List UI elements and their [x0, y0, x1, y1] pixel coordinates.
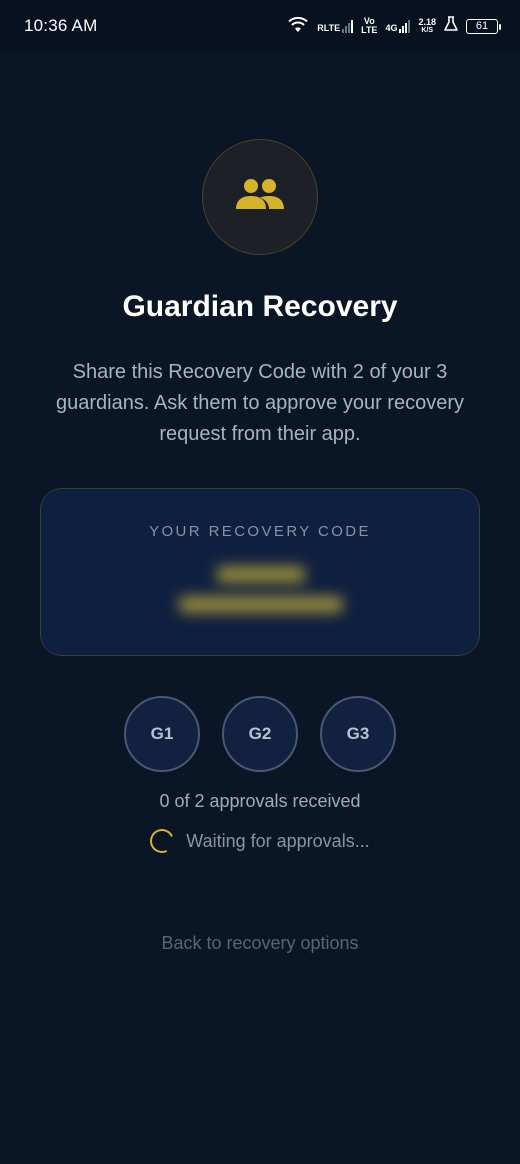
recovery-code-value[interactable]: ▆▆▆▆▆▆▆▆ ▆▆▆▆▆▆▆▆▆▆▆▆▆▆▆ — [119, 559, 403, 627]
screen: 10:36 AM RLTE Vo LTE 4G 2.18 K/S 61 Guar… — [0, 0, 520, 1164]
battery-level: 61 — [475, 20, 489, 32]
signal-bars-icon — [399, 19, 411, 33]
loading-spinner-icon — [146, 825, 178, 857]
recovery-code-line-2: ▆▆▆▆▆▆▆▆▆▆▆▆▆▆▆ — [179, 594, 343, 614]
group-icon — [232, 175, 288, 220]
guardian-badge-g3: G3 — [320, 696, 396, 772]
recovery-code-line-1: ▆▆▆▆▆▆▆▆ — [217, 564, 305, 584]
network-label-lte: LTE — [361, 25, 378, 35]
back-to-recovery-options-link[interactable]: Back to recovery options — [0, 933, 520, 954]
signal-volte: Vo LTE — [361, 17, 377, 35]
guardian-badge-g1: G1 — [124, 696, 200, 772]
guardian-list: G1 G2 G3 — [124, 696, 396, 772]
signal-bars-icon — [342, 19, 354, 33]
guardian-badge-g2: G2 — [222, 696, 298, 772]
flask-icon — [444, 15, 458, 37]
hero-icon-circle — [202, 139, 318, 255]
network-label-4g: 4G — [385, 23, 398, 33]
speed-value: 2.18 — [418, 16, 436, 27]
guardian-label: G2 — [248, 724, 272, 743]
instructions-text: Share this Recovery Code with 2 of your … — [56, 361, 464, 445]
waiting-indicator: Waiting for approvals... — [0, 825, 520, 857]
speed-unit: K/S — [421, 26, 434, 34]
page-title: Guardian Recovery — [122, 290, 398, 323]
status-icons: RLTE Vo LTE 4G 2.18 K/S 61 — [287, 15, 501, 38]
wifi-icon — [287, 15, 309, 38]
status-bar: 10:36 AM RLTE Vo LTE 4G 2.18 K/S 61 — [0, 0, 520, 52]
recovery-code-card: YOUR RECOVERY CODE ▆▆▆▆▆▆▆▆ ▆▆▆▆▆▆▆▆▆▆▆▆… — [40, 488, 480, 656]
signal-rlte: RLTE — [317, 19, 354, 33]
network-speed: 2.18 K/S — [418, 16, 436, 35]
guardian-label: G3 — [346, 724, 370, 743]
waiting-text: Waiting for approvals... — [186, 830, 370, 851]
guardian-label: G1 — [150, 724, 174, 743]
approvals-status: 0 of 2 approvals received — [159, 791, 361, 811]
network-label-rlte: RLTE — [317, 23, 341, 33]
signal-4g: 4G — [385, 19, 411, 33]
battery-icon: 61 — [466, 18, 501, 34]
recovery-code-label: YOUR RECOVERY CODE — [149, 523, 371, 540]
status-time: 10:36 AM — [24, 16, 98, 35]
